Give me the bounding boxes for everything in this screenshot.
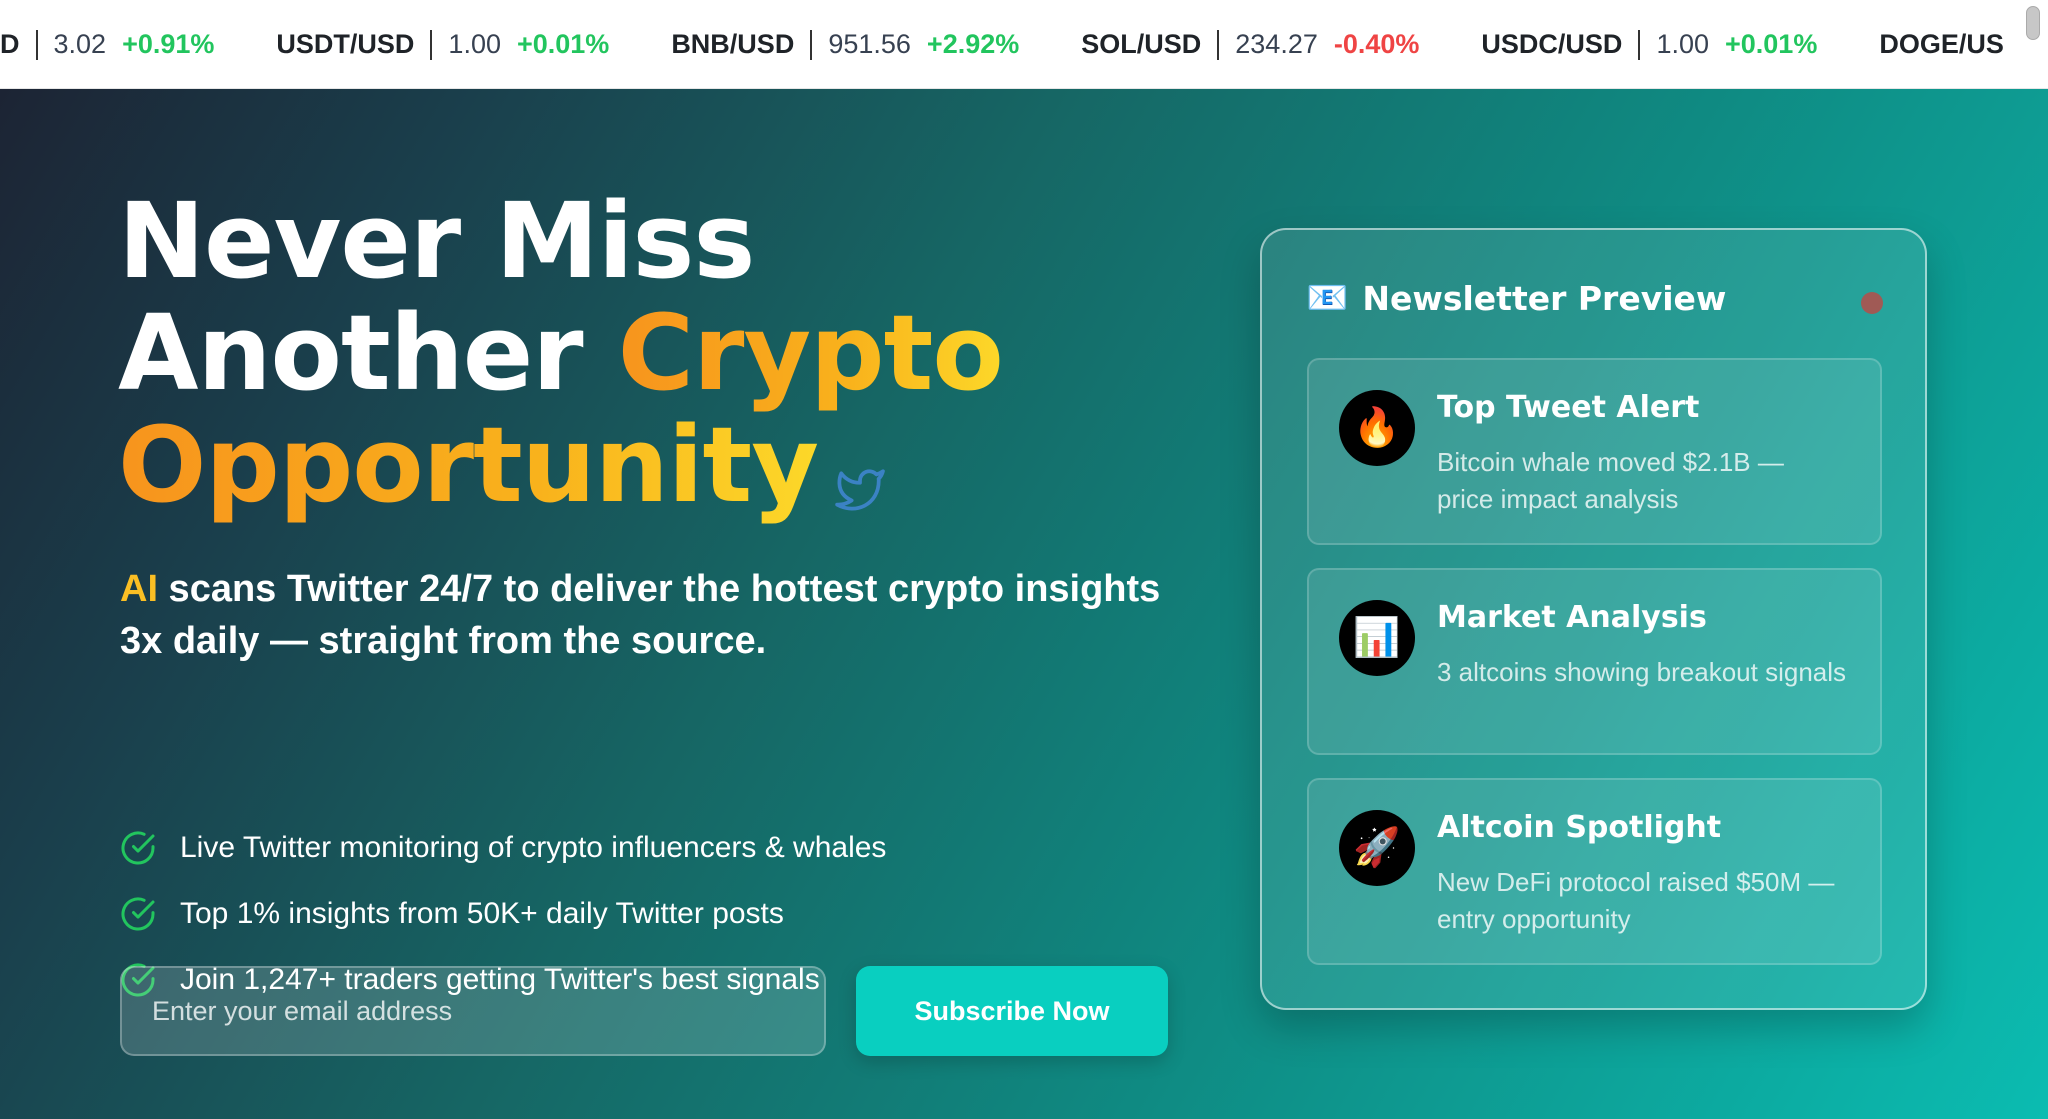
ticker-divider [35,29,38,60]
ticker-pair: USDT/USD [276,29,415,59]
subtitle-ai-highlight: AI [120,568,158,610]
ticker-item[interactable]: SD 3.02 +0.91% [0,29,214,60]
ticker-price: 951.56 [828,29,911,59]
headline-plain-text: Another [118,292,618,414]
ticker-pair: DOGE/US [1879,29,2004,59]
ticker-change: +2.92% [926,29,1020,59]
ticker-divider [1217,29,1220,60]
preview-item-desc: New DeFi protocol raised $50M — entry op… [1437,867,1835,934]
preview-item-title: Top Tweet Alert [1437,390,1700,425]
rocket-icon: 🚀 [1339,810,1415,886]
ticker-pair: USDC/USD [1481,29,1623,59]
ticker-item[interactable]: BNB/USD 951.56 +2.92% [671,29,1019,60]
ticker-price: 234.27 [1235,29,1318,59]
preview-item: 🔥 Top Tweet Alert Bitcoin whale moved $2… [1307,358,1882,545]
hero-subtitle: AI scans Twitter 24/7 to deliver the hot… [120,563,1200,667]
preview-item-desc: Bitcoin whale moved $2.1B — price impact… [1437,447,1784,514]
scrollbar-thumb[interactable] [2026,6,2040,40]
headline-line-3: Opportunity [118,409,1003,529]
check-circle-icon [121,897,155,931]
twitter-bird-icon [832,423,888,535]
newsletter-preview-card: 📧 Newsletter Preview 🔥 Top Tweet Alert B… [1260,228,1927,1010]
headline-accent-text: Crypto [617,292,1004,414]
ticker-item[interactable]: USDT/USD 1.00 +0.01% [276,29,609,60]
ticker-item[interactable]: DOGE/US [1879,29,2004,60]
ticker-change: +0.01% [1725,29,1818,59]
ticker-divider [430,29,433,60]
envelope-icon: 📧 [1306,279,1349,317]
headline-line-2: Another Crypto [118,297,1004,409]
ticker-divider [1638,29,1641,60]
hero-headline: Never Miss Another Crypto Opportunity [118,180,1004,529]
bar-chart-icon: 📊 [1339,600,1415,676]
ticker-price: 1.00 [1656,29,1709,59]
ticker-change: -0.40% [1333,29,1420,59]
preview-item-title: Market Analysis [1437,600,1707,635]
fire-icon: 🔥 [1339,390,1415,466]
ticker-pair: SOL/USD [1081,29,1202,59]
status-dot [1861,292,1883,314]
preview-item: 🚀 Altcoin Spotlight New DeFi protocol ra… [1307,778,1882,965]
hero-section: Never Miss Another Crypto Opportunity AI… [0,89,2048,1119]
check-circle-icon [121,831,155,865]
subscribe-button[interactable]: Subscribe Now [856,966,1168,1056]
ticker-item[interactable]: SOL/USD 234.27 -0.40% [1081,29,1419,60]
email-input[interactable] [120,966,826,1056]
preview-title: Newsletter Preview [1362,278,1727,318]
preview-header: 📧 Newsletter Preview [1306,278,1726,318]
preview-item-desc: 3 altcoins showing breakout signals [1437,657,1847,687]
feature-item: Live Twitter monitoring of crypto influe… [120,815,886,881]
ticker-pair: SD [0,29,20,59]
preview-item: 📊 Market Analysis 3 altcoins showing bre… [1307,568,1882,755]
ticker-pair: BNB/USD [671,29,795,59]
ticker-item[interactable]: USDC/USD 1.00 +0.01% [1481,29,1817,60]
ticker-track: SD 3.02 +0.91% USDT/USD 1.00 +0.01% BNB/… [0,0,2048,88]
ticker-change: +0.91% [122,29,215,59]
headline-line-1: Never Miss [118,180,755,302]
feature-text: Top 1% insights from 50K+ daily Twitter … [180,897,784,930]
ticker-change: +0.01% [516,29,610,59]
ticker-price: 3.02 [53,29,107,59]
feature-item: Top 1% insights from 50K+ daily Twitter … [120,881,886,947]
subtitle-text: scans Twitter 24/7 to deliver the hottes… [120,568,1161,662]
ticker-divider [810,29,813,60]
headline-accent-text: Opportunity [118,404,819,526]
ticker-price: 1.00 [448,29,501,59]
preview-item-title: Altcoin Spotlight [1437,810,1722,845]
feature-text: Live Twitter monitoring of crypto influe… [180,831,887,864]
price-ticker: SD 3.02 +0.91% USDT/USD 1.00 +0.01% BNB/… [0,0,2048,89]
